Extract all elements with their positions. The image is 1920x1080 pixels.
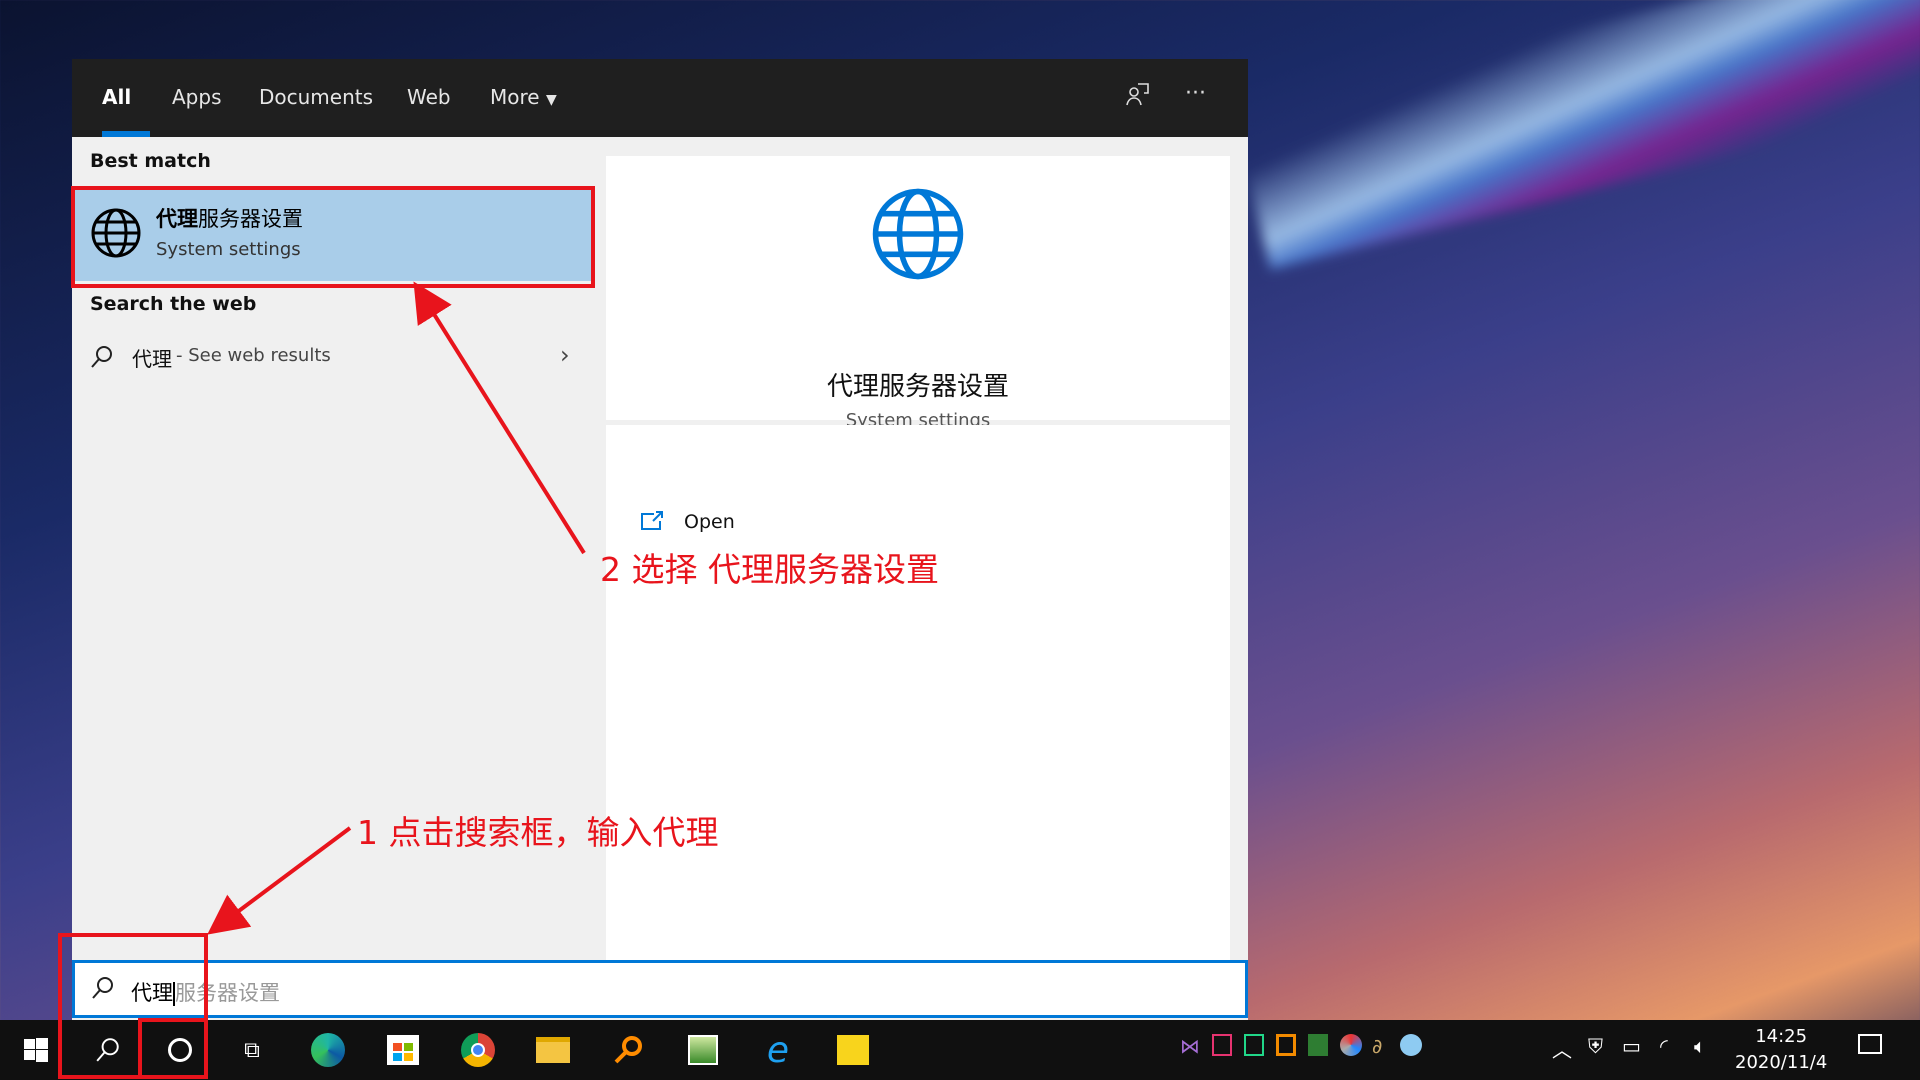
task-view-button[interactable]: ⧉ xyxy=(232,1030,272,1070)
action-center-icon[interactable] xyxy=(1858,1034,1882,1054)
preview-card: 代理服务器设置 System settings xyxy=(606,156,1230,431)
link-app-icon[interactable]: ∂ xyxy=(1372,1034,1382,1058)
vim-icon[interactable] xyxy=(1308,1034,1328,1056)
clock-date: 2020/11/4 xyxy=(1735,1052,1828,1073)
tab-more-label: More xyxy=(490,85,540,109)
battery-icon[interactable]: ▭ xyxy=(1622,1034,1641,1058)
feedback-icon[interactable] xyxy=(1124,81,1150,113)
chrome-icon[interactable] xyxy=(458,1030,498,1070)
store-icon[interactable] xyxy=(383,1030,423,1070)
search-icon xyxy=(90,345,114,374)
tab-documents[interactable]: Documents xyxy=(259,85,373,109)
annotation-box-search-button xyxy=(138,1018,208,1079)
start-button[interactable] xyxy=(16,1030,56,1070)
active-tab-indicator xyxy=(102,131,150,137)
clock-time: 14:25 xyxy=(1755,1026,1808,1047)
more-options-icon[interactable]: ··· xyxy=(1185,81,1206,106)
sticky-notes-icon[interactable] xyxy=(833,1030,873,1070)
tab-apps[interactable]: Apps xyxy=(172,85,222,109)
web-query: 代理 xyxy=(132,347,172,371)
annotation-step1: 1 点击搜索框，输入代理 xyxy=(357,813,719,852)
internet-explorer-icon[interactable]: e xyxy=(758,1030,798,1071)
open-label: Open xyxy=(684,511,735,533)
search-everything-icon[interactable] xyxy=(608,1030,648,1070)
taskbar: ⧉ e ⋈ ∂ ︿ ⛨ ▭ ◜ 🔈︎ 14:25 2020/11/4 xyxy=(0,1020,1920,1080)
search-box[interactable]: 代理服务器设置 xyxy=(72,960,1248,1018)
pycharm-icon[interactable] xyxy=(1244,1034,1264,1056)
clock[interactable]: 14:25 2020/11/4 xyxy=(1735,1024,1827,1076)
edge-icon[interactable] xyxy=(308,1030,348,1070)
image-app-icon[interactable] xyxy=(683,1030,723,1070)
preview-title: 代理服务器设置 xyxy=(826,372,1009,402)
tab-all[interactable]: All xyxy=(102,85,131,109)
open-action[interactable]: Open xyxy=(636,505,836,541)
annotation-step2: 2 选择 代理服务器设置 xyxy=(600,550,939,589)
tab-web[interactable]: Web xyxy=(407,85,451,109)
visual-studio-icon[interactable]: ⋈ xyxy=(1180,1034,1200,1058)
show-hidden-icons[interactable]: ︿ xyxy=(1552,1034,1572,1063)
file-explorer-icon[interactable] xyxy=(533,1030,573,1070)
vmware-icon[interactable] xyxy=(1276,1034,1296,1056)
wifi-icon[interactable]: ◜ xyxy=(1660,1034,1668,1058)
network-app-icon[interactable] xyxy=(1400,1034,1422,1056)
search-header: All Apps Documents Web More ▼ ··· xyxy=(72,59,1248,137)
web-suffix: - See web results xyxy=(176,345,331,366)
chevron-right-icon: › xyxy=(560,341,570,369)
caret-down-icon: ▼ xyxy=(545,92,557,108)
intellij-icon[interactable] xyxy=(1212,1034,1232,1056)
annotation-box-best-match xyxy=(71,186,595,288)
volume-icon[interactable]: 🔈︎ xyxy=(1694,1034,1706,1058)
preview-actions: Open xyxy=(606,425,1230,960)
web-result-item[interactable]: 代理 - See web results › xyxy=(90,341,580,377)
wallpaper-streak xyxy=(1231,0,1920,270)
search-web-label: Search the web xyxy=(90,293,257,315)
best-match-label: Best match xyxy=(90,150,211,172)
tab-more[interactable]: More ▼ xyxy=(490,85,557,109)
sync-app-icon[interactable] xyxy=(1340,1034,1362,1056)
open-icon xyxy=(641,511,663,530)
defender-icon[interactable]: ⛨ xyxy=(1588,1034,1603,1058)
globe-icon-large xyxy=(872,188,964,280)
